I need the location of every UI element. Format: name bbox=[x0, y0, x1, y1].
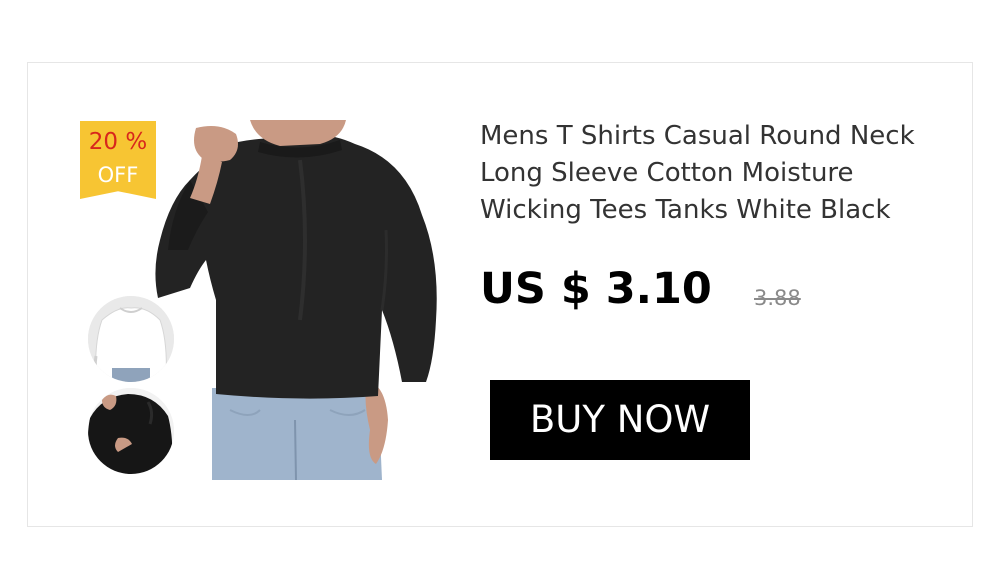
discount-badge: 20 % OFF bbox=[80, 121, 156, 199]
buy-now-button[interactable]: BUY NOW bbox=[490, 380, 750, 460]
thumbnail-white-shirt[interactable] bbox=[88, 296, 174, 382]
discount-off-label: OFF bbox=[97, 163, 139, 187]
product-main-image[interactable] bbox=[150, 120, 440, 480]
original-price: 3.88 bbox=[754, 286, 801, 310]
product-price: US $ 3.10 bbox=[480, 264, 712, 314]
discount-percent: 20 % bbox=[88, 129, 148, 155]
thumbnail-black-shirt[interactable] bbox=[88, 388, 174, 474]
product-title: Mens T Shirts Casual Round Neck Long Sle… bbox=[480, 121, 915, 225]
